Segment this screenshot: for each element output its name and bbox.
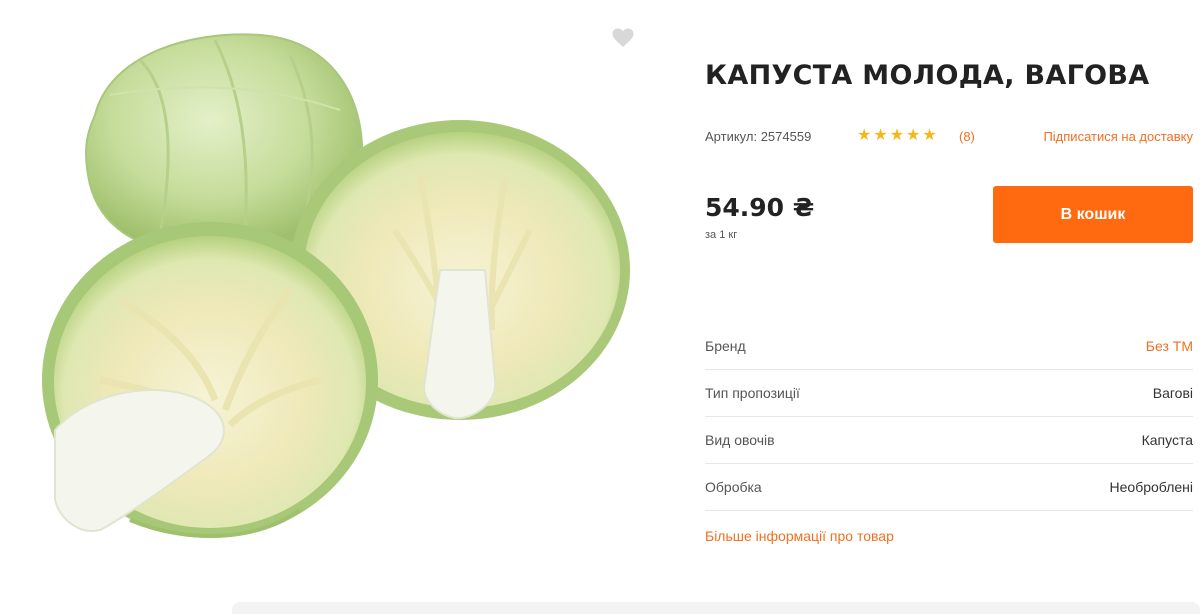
rating-stars[interactable]: ★ ★ ★ ★ ★ bbox=[857, 127, 937, 145]
star-icon: ★ bbox=[889, 127, 905, 144]
cabbage-illustration bbox=[42, 33, 630, 539]
specs-table: Бренд Без ТМ Тип пропозиції Вагові Вид о… bbox=[705, 323, 1193, 511]
brand-link[interactable]: Без ТМ bbox=[1146, 338, 1193, 354]
spec-label: Тип пропозиції bbox=[705, 385, 800, 401]
spec-row-brand: Бренд Без ТМ bbox=[705, 323, 1193, 370]
spec-value: Капуста bbox=[1141, 432, 1193, 448]
spec-value: Вагові bbox=[1152, 385, 1193, 401]
product-title: КАПУСТА МОЛОДА, ВАГОВА bbox=[705, 60, 1150, 91]
product-meta: Артикул: 2574559 ★ ★ ★ ★ ★ (8) Підписати… bbox=[705, 127, 1193, 146]
star-icon: ★ bbox=[873, 127, 888, 144]
add-to-cart-button[interactable]: В кошик bbox=[993, 186, 1193, 243]
left-half-cabbage bbox=[42, 222, 378, 539]
favorite-heart-icon[interactable] bbox=[612, 28, 634, 48]
product-price: 54.90 ₴ bbox=[705, 193, 815, 222]
star-icon: ★ bbox=[922, 127, 937, 144]
product-image[interactable] bbox=[0, 0, 660, 600]
spec-row-vegetable-type: Вид овочів Капуста bbox=[705, 417, 1193, 464]
spec-value: Необроблені bbox=[1109, 479, 1193, 495]
spec-label: Обробка bbox=[705, 479, 762, 495]
bottom-panel-edge bbox=[232, 602, 1200, 614]
spec-row-processing: Обробка Необроблені bbox=[705, 464, 1193, 511]
reviews-count-link[interactable]: (8) bbox=[959, 129, 975, 144]
spec-row-offer-type: Тип пропозиції Вагові bbox=[705, 370, 1193, 417]
price-unit: за 1 кг bbox=[705, 229, 738, 241]
more-info-link[interactable]: Більше інформації про товар bbox=[705, 528, 894, 544]
spec-label: Вид овочів bbox=[705, 432, 775, 448]
star-icon: ★ bbox=[857, 127, 872, 144]
sku-label: Артикул: 2574559 bbox=[705, 129, 812, 144]
subscribe-delivery-link[interactable]: Підписатися на доставку bbox=[1043, 129, 1193, 144]
spec-label: Бренд bbox=[705, 338, 746, 354]
product-info: КАПУСТА МОЛОДА, ВАГОВА Артикул: 2574559 … bbox=[705, 0, 1195, 614]
star-icon: ★ bbox=[906, 127, 921, 144]
